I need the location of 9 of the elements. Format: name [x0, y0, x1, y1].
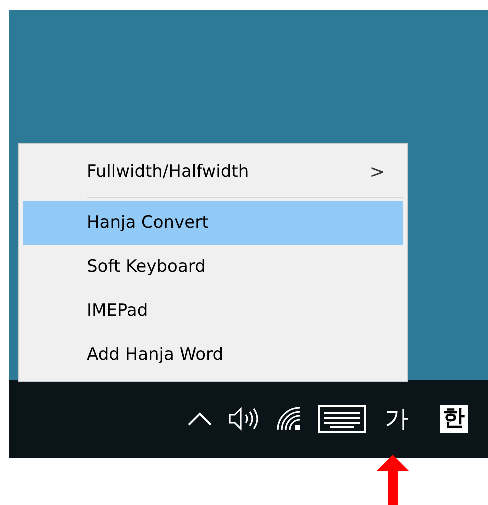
- language-indicator[interactable]: 한: [440, 405, 468, 433]
- menu-item[interactable]: Hanja Convert: [23, 201, 403, 245]
- menu-item[interactable]: Soft Keyboard: [19, 245, 407, 289]
- menu-item[interactable]: Fullwidth/Halfwidth >: [19, 150, 407, 194]
- keyboard-icon[interactable]: [318, 405, 366, 433]
- menu-item[interactable]: IMEPad: [19, 289, 407, 333]
- menu-item[interactable]: Add Hanja Word: [19, 333, 407, 377]
- ime-mode-indicator[interactable]: 가: [380, 403, 414, 435]
- arrow-icon: [377, 455, 409, 505]
